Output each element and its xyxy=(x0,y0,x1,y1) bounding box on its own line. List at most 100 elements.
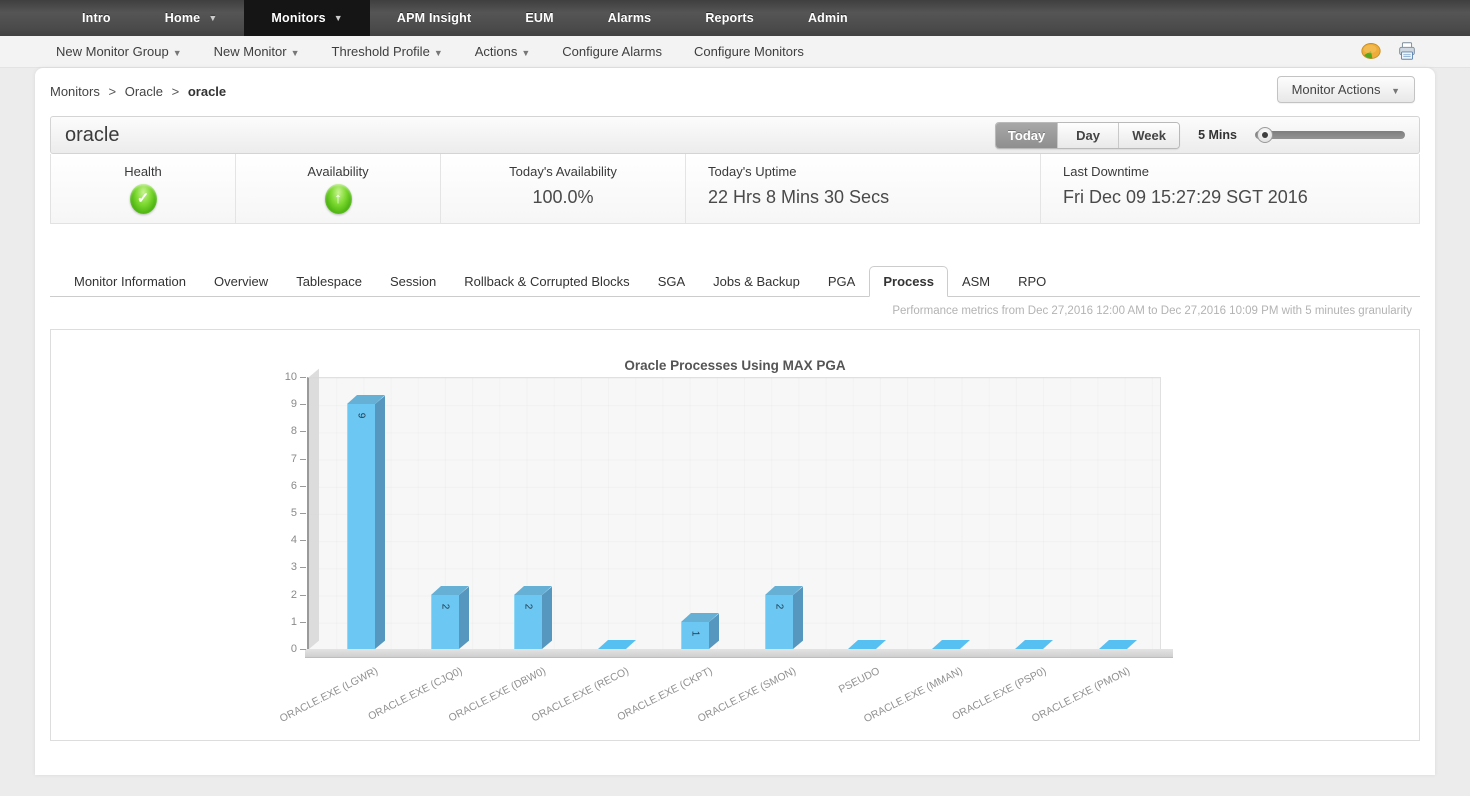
bar-value-label: 2 xyxy=(773,603,784,609)
monitor-title-bar: oracle Today Day Week 5 Mins xyxy=(50,116,1420,154)
toolbar-icons xyxy=(1360,40,1418,62)
y-axis-tick-mark xyxy=(300,649,306,650)
nav-item-eum[interactable]: EUM xyxy=(498,0,580,36)
time-range-week-button[interactable]: Week xyxy=(1118,122,1180,148)
nav-item-label: Monitors xyxy=(271,11,326,25)
toolbar-item-actions[interactable]: Actions ▼ xyxy=(459,44,547,59)
breadcrumb-current: oracle xyxy=(187,84,227,99)
chevron-down-icon: ▼ xyxy=(172,48,182,58)
y-axis-tick-label: 1 xyxy=(290,615,297,628)
interval-label: 5 Mins xyxy=(1198,128,1237,142)
nav-item-label: Reports xyxy=(705,11,754,25)
bar-side-face xyxy=(375,395,385,649)
y-axis-tick-mark xyxy=(300,458,306,460)
tab-pga[interactable]: PGA xyxy=(814,266,869,297)
chevron-down-icon: ▼ xyxy=(1391,86,1400,96)
nav-item-monitors[interactable]: Monitors ▼ xyxy=(244,0,370,36)
y-axis-tick-mark xyxy=(300,431,306,433)
nav-item-reports[interactable]: Reports xyxy=(678,0,781,36)
slider-handle[interactable] xyxy=(1257,127,1273,143)
plot-floor xyxy=(305,649,1173,658)
metrics-note: Performance metrics from Dec 27,2016 12:… xyxy=(892,305,1412,317)
tab-jobs-backup[interactable]: Jobs & Backup xyxy=(699,266,814,297)
bar-value-label: 2 xyxy=(522,603,534,609)
monitor-tabs: Monitor Information Overview Tablespace Ses… xyxy=(50,266,1420,297)
y-axis-tick-mark xyxy=(300,513,306,514)
tab-sga[interactable]: SGA xyxy=(644,266,699,297)
breadcrumb-monitors-link[interactable]: Monitors xyxy=(50,84,100,99)
chevron-down-icon: ▼ xyxy=(333,13,343,23)
bar-value-label: 1 xyxy=(689,630,701,637)
x-axis-category-label: ORACLE.EXE (LGWR) xyxy=(278,665,381,725)
title-bar-controls: Today Day Week 5 Mins xyxy=(995,121,1405,149)
chart-title: Oracle Processes Using MAX PGA xyxy=(624,358,846,373)
nav-item-intro[interactable]: Intro xyxy=(55,0,138,36)
top-nav-bar: Intro Home ▼ Monitors ▼ APM Insight EUM Alarms R… xyxy=(0,0,1470,36)
stat-last-downtime: Last Downtime Fri Dec 09 15:27:29 SGT 201… xyxy=(1041,154,1419,223)
bar-value-label: 9 xyxy=(355,412,367,419)
y-axis-tick-label: 9 xyxy=(290,398,297,411)
y-axis-tick-label: 3 xyxy=(290,561,297,574)
y-axis-tick-mark xyxy=(300,594,306,596)
check-badge-icon: ✓ xyxy=(129,184,157,214)
stat-availability: Availability ↑ xyxy=(236,154,441,223)
pie-chart-icon[interactable] xyxy=(1360,40,1382,62)
toolbar-items: New Monitor Group ▼ New Monitor ▼ Threshold … xyxy=(40,44,820,59)
y-axis-tick-label: 10 xyxy=(284,371,297,383)
chevron-down-icon: ▼ xyxy=(290,48,300,58)
time-range-day-button[interactable]: Day xyxy=(1057,122,1119,148)
stat-today-s-availability: Today's Availability 100.0% xyxy=(441,154,686,223)
y-axis-tick-mark xyxy=(300,404,306,406)
tab-overview[interactable]: Overview xyxy=(200,266,282,297)
chevron-down-icon: ▼ xyxy=(433,48,443,58)
monitor-actions-button[interactable]: Monitor Actions ▼ xyxy=(1276,76,1415,103)
stat-health: Health ✓ xyxy=(51,154,236,223)
toolbar-item-configure-alarms[interactable]: Configure Alarms xyxy=(546,44,678,59)
stat-label: Health xyxy=(124,164,162,179)
chevron-down-icon: ▼ xyxy=(208,13,218,23)
nav-item-alarms[interactable]: Alarms xyxy=(581,0,679,36)
breadcrumb-row: Monitors > Oracle > oracle Monitor Actio… xyxy=(50,68,1420,108)
y-axis-tick-label: 7 xyxy=(290,452,297,465)
tab-rpo[interactable]: RPO xyxy=(1004,266,1060,297)
tab-tablespace[interactable]: Tablespace xyxy=(282,266,376,297)
monitor-title: oracle xyxy=(65,123,120,146)
tab-asm[interactable]: ASM xyxy=(948,266,1004,297)
nav-item-home[interactable]: Home ▼ xyxy=(138,0,245,36)
nav-item-admin[interactable]: Admin xyxy=(781,0,875,36)
y-axis-tick-mark xyxy=(300,377,306,378)
breadcrumb-oracle-link[interactable]: Oracle xyxy=(125,84,163,99)
stat-label: Today's Uptime xyxy=(708,164,797,179)
toolbar-item-configure-monitors[interactable]: Configure Monitors xyxy=(678,44,820,59)
nav-item-label: Intro xyxy=(82,11,111,25)
time-range-today-button[interactable]: Today xyxy=(996,122,1058,148)
breadcrumb: Monitors > Oracle > oracle xyxy=(50,84,226,99)
tab-rollback-corrupted-blocks[interactable]: Rollback & Corrupted Blocks xyxy=(450,266,643,297)
y-axis-tick-mark xyxy=(300,540,306,542)
nav-item-label: Home xyxy=(164,11,201,25)
time-range-segmented-control: Today Day Week xyxy=(995,121,1181,149)
breadcrumb-separator: > xyxy=(108,84,117,99)
plot-left-wall xyxy=(309,368,319,649)
toolbar-item-new-monitor-group[interactable]: New Monitor Group ▼ xyxy=(40,44,198,59)
toolbar-item-new-monitor[interactable]: New Monitor ▼ xyxy=(198,44,316,59)
monitor-actions-label: Monitor Actions xyxy=(1291,82,1381,97)
status-strip: Health ✓ Availability ↑ Today's Availability… xyxy=(50,154,1420,224)
tab-process[interactable]: Process xyxy=(869,266,948,297)
bar-side-face xyxy=(542,586,552,649)
stat-today-s-uptime: Today's Uptime 22 Hrs 8 Mins 30 Secs xyxy=(686,154,1041,223)
content-card: Monitors > Oracle > oracle Monitor Actio… xyxy=(35,68,1435,775)
tab-monitor-information[interactable]: Monitor Information xyxy=(60,266,200,297)
bar-side-face xyxy=(792,586,803,649)
nav-item-apm-insight[interactable]: APM Insight xyxy=(370,0,498,36)
stat-value: 100.0% xyxy=(532,187,594,207)
nav-item-label: Admin xyxy=(807,11,848,25)
granularity-slider[interactable] xyxy=(1255,127,1405,143)
chart-bar[interactable] xyxy=(347,404,375,649)
print-icon[interactable] xyxy=(1396,40,1418,62)
toolbar-item-threshold-profile[interactable]: Threshold Profile ▼ xyxy=(316,44,459,59)
tab-session[interactable]: Session xyxy=(376,266,450,297)
stat-value: 22 Hrs 8 Mins 30 Secs xyxy=(708,187,890,207)
x-axis-category-label: PSEUDO xyxy=(836,665,882,696)
breadcrumb-separator: > xyxy=(171,84,180,99)
